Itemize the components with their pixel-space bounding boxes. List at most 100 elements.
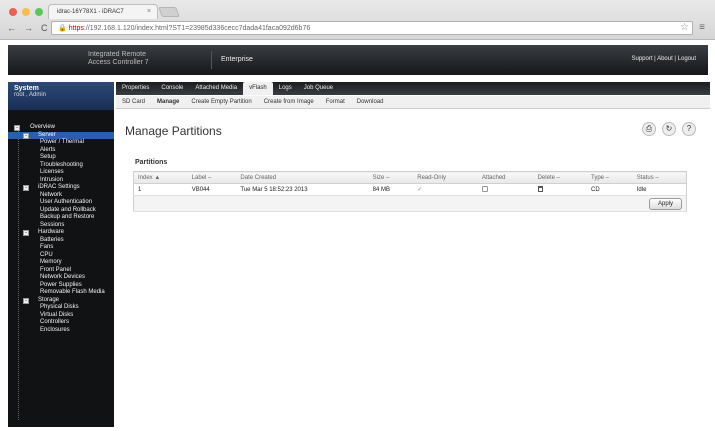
sidebar-item-server[interactable]: - Server (8, 131, 114, 139)
sidebar-item-backup-and-restore[interactable]: Backup and Restore (8, 214, 114, 222)
subtab-manage[interactable]: Manage (151, 96, 185, 108)
sidebar-item-intrusion[interactable]: Intrusion (8, 177, 114, 185)
sidebar-item-label: Update and Rollback (40, 206, 96, 213)
collapse-toggle-icon[interactable]: - (23, 132, 29, 139)
sidebar-item-troubleshooting[interactable]: Troubleshooting (8, 162, 114, 170)
collapse-toggle-icon[interactable]: - (23, 297, 29, 304)
collapse-toggle-icon[interactable]: - (14, 125, 20, 131)
url-scheme: https (68, 25, 84, 32)
reload-icon[interactable]: C (41, 23, 48, 33)
new-tab-button[interactable] (158, 7, 180, 17)
sidebar-item-user-authentication[interactable]: User Authentication (8, 199, 114, 207)
collapse-toggle-icon[interactable]: - (23, 185, 29, 191)
sidebar-item-label: Sessions (40, 221, 65, 228)
page-toolbar: ⎙ ↻? (642, 122, 696, 136)
column-header[interactable]: Size – (368, 171, 414, 184)
sidebar-item-hardware[interactable]: - Hardware (8, 229, 114, 237)
subtab-create-from-image[interactable]: Create from Image (258, 96, 320, 108)
close-tab-icon[interactable]: × (147, 8, 151, 15)
subtab-download[interactable]: Download (351, 96, 390, 108)
attached-checkbox-cell (477, 183, 534, 196)
column-header[interactable]: Type – (586, 171, 633, 184)
sidebar-item-removable-flash-media[interactable]: Removable Flash Media (8, 289, 114, 297)
table-header-row: Index ▲ Label – Date Created Size – Read-Onl… (133, 171, 687, 184)
sidebar-item-label: Alerts (40, 146, 56, 153)
back-icon[interactable]: ← (7, 23, 16, 33)
sidebar-item-label: iDRAC Settings (38, 184, 80, 190)
sidebar-item-label: Licenses (40, 169, 64, 175)
primary-tabs: Properties Console Attached Media vFlash Log… (116, 82, 710, 95)
sidebar-item-overview[interactable]: - Overview (8, 124, 114, 132)
bookmark-star-icon[interactable]: ☆ (680, 22, 689, 33)
sidebar-item-setup[interactable]: Setup (8, 154, 114, 162)
table-cell: CD (586, 183, 633, 196)
close-window-button[interactable] (9, 8, 17, 16)
sidebar-item-network[interactable]: Network (8, 192, 114, 200)
sidebar-item-label: CPU (40, 251, 53, 258)
sidebar-item-cpu[interactable]: CPU (8, 252, 114, 260)
sidebar-item-label: Power Supplies (40, 281, 82, 288)
subtab-format[interactable]: Format (320, 96, 351, 108)
sidebar-item-memory[interactable]: Memory (8, 259, 114, 267)
browser-tab[interactable]: idrac-16Y78X1 - iDRAC7 × (48, 4, 158, 19)
sidebar-item-alerts[interactable]: Alerts (8, 147, 114, 155)
sidebar-item-storage[interactable]: - Storage (8, 297, 114, 305)
refresh-icon[interactable]: ↻ (662, 122, 676, 136)
sidebar-item-label: Enclosures (40, 326, 70, 333)
sidebar: System root , Admin - Overview - Server Powe… (8, 82, 114, 427)
table-cell: Idle (632, 183, 687, 196)
forward-icon[interactable]: → (24, 23, 33, 33)
print-icon[interactable]: ⎙ (642, 122, 656, 136)
system-header[interactable]: System root , Admin (8, 82, 114, 110)
tab-attached-media[interactable]: Attached Media (189, 82, 243, 95)
sidebar-item-idrac-settings[interactable]: - iDRAC Settings (8, 184, 114, 192)
subtab-create-empty-partition[interactable]: Create Empty Partition (185, 96, 257, 108)
sidebar-item-label: Power / Thermal (40, 139, 84, 145)
sidebar-item-physical-disks[interactable]: Physical Disks (8, 304, 114, 312)
tab-properties[interactable]: Properties (116, 82, 155, 95)
secondary-tabs: SD Card Manage Create Empty Partition Creat… (116, 96, 710, 109)
trash-icon[interactable] (537, 185, 543, 192)
product-name: Integrated Remote Access Controller 7 (88, 51, 149, 67)
sidebar-item-label: Setup (40, 154, 56, 160)
sidebar-item-front-panel[interactable]: Front Panel (8, 267, 114, 275)
tab-job-queue[interactable]: Job Queue (298, 82, 339, 95)
sidebar-item-label: Controllers (40, 319, 70, 325)
sidebar-item-sessions[interactable]: Sessions (8, 222, 114, 230)
sidebar-item-batteries[interactable]: Batteries (8, 237, 114, 245)
help-icon[interactable]: ? (682, 122, 696, 136)
column-header[interactable]: Attached (477, 171, 534, 184)
subtab-sd-card[interactable]: SD Card (116, 96, 151, 108)
column-header[interactable]: Index ▲ (133, 171, 188, 184)
column-header[interactable]: Delete – (533, 171, 587, 184)
column-header[interactable]: Read-Only (413, 171, 478, 184)
idrac-banner: Integrated Remote Access Controller 7 En… (8, 45, 708, 75)
tab-console[interactable]: Console (155, 82, 189, 95)
sidebar-item-network-devices[interactable]: Network Devices (8, 274, 114, 282)
sidebar-item-enclosures[interactable]: Enclosures (8, 327, 114, 335)
attached-checkbox[interactable] (481, 185, 488, 192)
minimize-window-button[interactable] (22, 8, 30, 16)
table-footer: Apply (133, 195, 687, 212)
tab-logs[interactable]: Logs (273, 82, 298, 95)
tab-vflash[interactable]: vFlash (243, 82, 273, 95)
sidebar-item-update-and-rollback[interactable]: Update and Rollback (8, 207, 114, 215)
address-bar[interactable]: 🔒 https://192.168.1.120/index.html?ST1=23… (51, 21, 693, 35)
sidebar-item-virtual-disks[interactable]: Virtual Disks (8, 312, 114, 320)
column-header[interactable]: Status – (632, 171, 687, 184)
browser-menu-icon[interactable]: ≡ (699, 22, 705, 33)
banner-links[interactable]: Support | About | Logout (632, 56, 697, 62)
partitions-table: Index ▲ Label – Date Created Size – Read-Onl… (133, 171, 687, 212)
column-header[interactable]: Date Created (236, 171, 369, 184)
column-header[interactable]: Label – (187, 171, 237, 184)
sidebar-item-controllers[interactable]: Controllers (8, 319, 114, 327)
table-cell: Tue Mar 5 18:52:23 2013 (236, 183, 369, 196)
maximize-window-button[interactable] (35, 8, 43, 16)
apply-button[interactable]: Apply (648, 197, 682, 210)
sidebar-item-label: Network Devices (40, 274, 86, 280)
collapse-toggle-icon[interactable]: - (23, 230, 29, 236)
sidebar-item-licenses[interactable]: Licenses (8, 169, 114, 177)
sidebar-item-power-thermal[interactable]: Power / Thermal (8, 139, 114, 147)
sidebar-item-fans[interactable]: Fans (8, 244, 114, 252)
sidebar-item-power-supplies[interactable]: Power Supplies (8, 282, 114, 290)
